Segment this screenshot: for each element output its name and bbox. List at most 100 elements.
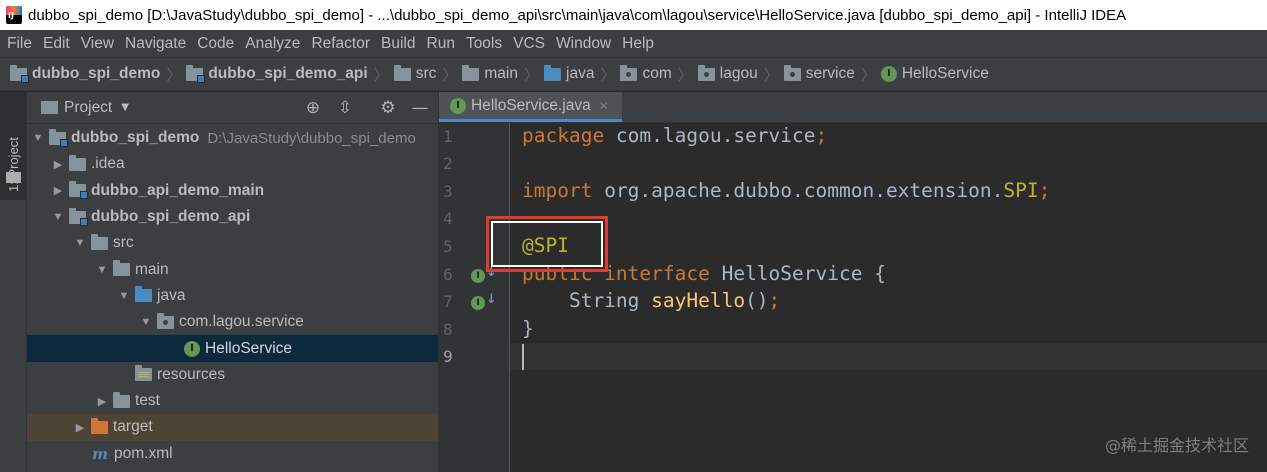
breadcrumb-item-lagou[interactable]: lagou	[697, 64, 758, 83]
arrow-down-icon[interactable]: ↓	[486, 292, 497, 307]
interface-icon: I	[880, 66, 897, 82]
menu-vcs[interactable]: VCS	[508, 35, 550, 53]
project-view-selector[interactable]: Project	[64, 99, 112, 117]
expanded-arrow-icon[interactable]: ▼	[91, 264, 113, 276]
chevron-right-icon: 〉	[763, 65, 779, 84]
menu-navigate[interactable]: Navigate	[120, 35, 191, 53]
code-token: String	[522, 289, 652, 312]
code-token: }	[522, 317, 534, 340]
tree-item-java[interactable]: ▼ java	[27, 283, 438, 309]
code-line-3: import org.apache.dubbo.common.extension…	[522, 179, 1050, 202]
tree-item-label: main	[135, 260, 169, 278]
tree-item-helloservice[interactable]: ▶ I HelloService	[27, 335, 438, 362]
menu-view[interactable]: View	[76, 35, 119, 53]
implementations-marker-icon[interactable]: I	[471, 296, 485, 310]
module-folder-icon	[10, 64, 29, 83]
tab-label: HelloService.java	[471, 96, 591, 114]
breadcrumb-item-helloservice[interactable]: I HelloService	[880, 65, 989, 83]
tree-item-label: src	[113, 234, 134, 252]
tree-item-target[interactable]: ▶ target	[27, 414, 438, 441]
tree-item-idea[interactable]: ▶ .idea	[27, 151, 438, 177]
code-editor[interactable]: package com.lagou.service; import org.ap…	[510, 123, 1267, 472]
breadcrumb-item-service[interactable]: service	[783, 64, 855, 83]
project-tool-tab[interactable]: 1: Project	[0, 92, 26, 200]
menu-window[interactable]: Window	[551, 35, 616, 53]
tree-item-package[interactable]: ▼ com.lagou.service	[27, 309, 438, 335]
collapsed-arrow-icon[interactable]: ▶	[47, 184, 69, 197]
chevron-right-icon: 〉	[600, 65, 616, 84]
collapsed-arrow-icon[interactable]: ▶	[47, 158, 69, 171]
tree-item-label: com.lagou.service	[179, 313, 304, 331]
tree-item-label: dubbo_spi_demo	[71, 129, 200, 147]
breadcrumb-item-main[interactable]: main	[462, 64, 518, 83]
implementations-marker-icon[interactable]: I	[471, 269, 485, 283]
expanded-arrow-icon[interactable]: ▼	[113, 290, 135, 302]
menu-edit[interactable]: Edit	[38, 35, 75, 53]
breadcrumb-item-module[interactable]: dubbo_spi_demo_api	[186, 64, 368, 83]
breadcrumb-label: com	[642, 65, 672, 82]
source-folder-icon	[544, 64, 562, 81]
line-number: 5	[443, 237, 453, 256]
code-token: org.apache.dubbo.common.extension.	[592, 179, 1004, 202]
folder-icon	[113, 260, 130, 277]
code-line-7: String sayHello();	[522, 289, 780, 312]
intellij-logo-icon	[6, 6, 22, 24]
breadcrumb-item-com[interactable]: com	[620, 64, 672, 83]
collapsed-arrow-icon[interactable]: ▶	[69, 421, 91, 434]
tree-item-label: resources	[157, 365, 226, 383]
tree-item-root[interactable]: ▼ dubbo_spi_demo D:\JavaStudy\dubbo_spi_…	[27, 125, 438, 151]
tree-item-label: HelloService	[205, 339, 293, 357]
breadcrumb-item-java[interactable]: java	[544, 64, 594, 83]
module-folder-icon	[49, 128, 68, 147]
tree-item-test[interactable]: ▶ test	[27, 388, 438, 414]
expanded-arrow-icon[interactable]: ▼	[27, 132, 49, 144]
caret-down-icon[interactable]: ▼	[121, 102, 129, 113]
folder-icon	[6, 172, 21, 183]
annotation-token: SPI	[1003, 179, 1039, 202]
tree-item-src[interactable]: ▼ src	[27, 230, 438, 256]
tree-item-pom[interactable]: ▶ m pom.xml	[27, 441, 438, 467]
menu-file[interactable]: File	[2, 35, 37, 53]
gear-icon[interactable]: ⚙	[378, 98, 398, 118]
expanded-arrow-icon[interactable]: ▼	[135, 316, 157, 328]
minimize-icon[interactable]: —	[410, 98, 430, 118]
chevron-right-icon: 〉	[524, 65, 540, 84]
menu-help[interactable]: Help	[617, 35, 659, 53]
breadcrumb-item-src[interactable]: src	[393, 64, 436, 83]
tree-item-resources[interactable]: ▶ resources	[27, 362, 438, 388]
code-line-8: }	[522, 317, 534, 340]
keyword-token: import	[522, 179, 593, 202]
tree-item-api-main[interactable]: ▶ dubbo_api_demo_main	[27, 178, 438, 204]
menu-analyze[interactable]: Analyze	[240, 35, 305, 53]
tree-item-label: dubbo_api_demo_main	[91, 181, 265, 199]
semicolon-token: ;	[815, 124, 828, 147]
tree-item-main[interactable]: ▼ main	[27, 256, 438, 282]
editor-gutter: 1 2 3 4 5 6 7 8 9 I ↓ I ↓	[439, 123, 509, 472]
collapsed-arrow-icon[interactable]: ▶	[91, 395, 113, 408]
tab-helloservice-java[interactable]: I HelloService.java ✕	[439, 92, 622, 122]
project-panel-header: Project ▼ ⊕ ⇳ ⚙ —	[27, 92, 438, 124]
expanded-arrow-icon[interactable]: ▼	[47, 211, 69, 223]
close-icon[interactable]: ✕	[599, 99, 609, 113]
menu-run[interactable]: Run	[422, 35, 460, 53]
code-line-1: package com.lagou.service;	[522, 124, 827, 147]
breadcrumb-item-project[interactable]: dubbo_spi_demo	[10, 64, 160, 83]
menu-tools[interactable]: Tools	[461, 35, 507, 53]
chevron-right-icon: 〉	[373, 65, 389, 84]
current-line-highlight	[510, 343, 1267, 370]
menu-build[interactable]: Build	[376, 35, 420, 53]
module-folder-icon	[69, 181, 88, 200]
chevron-right-icon: 〉	[442, 65, 458, 84]
menu-code[interactable]: Code	[192, 35, 239, 53]
line-number: 1	[443, 127, 453, 146]
locate-target-icon[interactable]: ⊕	[303, 98, 323, 118]
chevron-right-icon: 〉	[166, 65, 182, 84]
menu-refactor[interactable]: Refactor	[306, 35, 375, 53]
expanded-arrow-icon[interactable]: ▼	[69, 237, 91, 249]
breadcrumb-label: main	[484, 65, 518, 82]
collapse-all-icon[interactable]: ⇳	[335, 98, 355, 118]
text-caret	[522, 344, 524, 370]
tree-item-path-hint: D:\JavaStudy\dubbo_spi_demo	[207, 129, 416, 147]
tree-item-spi-api[interactable]: ▼ dubbo_spi_demo_api	[27, 204, 438, 230]
code-token: ()	[745, 289, 769, 312]
